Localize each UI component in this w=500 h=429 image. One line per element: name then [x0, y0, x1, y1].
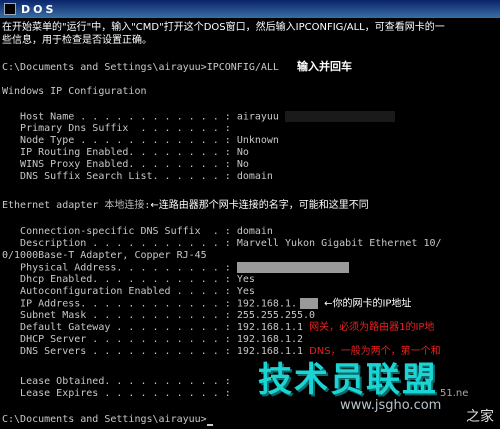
- dns-search-label: DNS Suffix Search List. . . . . . :: [2, 171, 231, 182]
- ip-config-header: Windows IP Configuration: [2, 86, 147, 97]
- physical-row: Physical Address. . . . . . . . . :: [2, 262, 349, 274]
- ip-routing-row: IP Routing Enabled. . . . . . . . : No: [2, 147, 249, 159]
- ip-address-note: ←你的网卡的IP地址: [324, 298, 412, 310]
- host-name-row: Host Name . . . . . . . . . . . . : aira…: [2, 111, 395, 123]
- primary-dns-row: Primary Dns Suffix . . . . . . . :: [2, 123, 237, 135]
- ip-address-row: IP Address. . . . . . . . . . . . : 192.…: [2, 298, 411, 310]
- subnet-row: Subnet Mask . . . . . . . . . . . : 255.…: [2, 310, 315, 322]
- subnet-value: 255.255.255.0: [236, 310, 316, 321]
- dhcp-server-value: 192.168.1.2: [236, 334, 304, 345]
- primary-dns-label: Primary Dns Suffix . . . . . . . :: [2, 123, 231, 134]
- command-note: 输入并回车: [297, 60, 353, 73]
- subnet-label: Subnet Mask . . . . . . . . . . . :: [2, 310, 231, 321]
- node-type-label: Node Type . . . . . . . . . . . . :: [2, 135, 231, 146]
- gateway-label: Default Gateway . . . . . . . . . :: [2, 322, 231, 333]
- dns-servers-label: DNS Servers . . . . . . . . . . . :: [2, 346, 231, 357]
- dhcp-row: Dhcp Enabled. . . . . . . . . . . : Yes: [2, 274, 255, 286]
- redacted-ip: [300, 298, 319, 309]
- lease-obtained-row: Lease Obtained. . . . . . . . . . :: [2, 376, 237, 388]
- gateway-row: Default Gateway . . . . . . . . . : 192.…: [2, 322, 434, 334]
- conn-suffix-row: Connection-specific DNS Suffix . : domai…: [2, 226, 273, 238]
- dns-search-value: domain: [236, 171, 273, 182]
- description-cont: 0/1000Base-T Adapter, Copper RJ-45: [2, 250, 207, 261]
- dns-search-row: DNS Suffix Search List. . . . . . : doma…: [2, 171, 273, 183]
- command-line: C:\Documents and Settings\airayuu>IPCONF…: [2, 60, 353, 74]
- window-title: DOS: [21, 2, 57, 16]
- physical-label: Physical Address. . . . . . . . . :: [2, 262, 231, 274]
- dhcp-label: Dhcp Enabled. . . . . . . . . . . :: [2, 274, 231, 285]
- lease-obtained-label: Lease Obtained. . . . . . . . . . :: [2, 376, 231, 387]
- ip-routing-label: IP Routing Enabled. . . . . . . . :: [2, 147, 231, 158]
- gateway-value: 192.168.1.1: [236, 322, 304, 333]
- final-prompt-line: C:\Documents and Settings\airayuu>: [2, 414, 213, 426]
- autoconf-value: Yes: [236, 286, 255, 297]
- intro-line-2: 些信息，用于检查是否设置正确。: [2, 35, 152, 46]
- window-titlebar[interactable]: DOS: [0, 0, 500, 18]
- lease-expires-label: Lease Expires . . . . . . . . . . :: [2, 388, 231, 399]
- watermark-corner: 之家: [466, 409, 494, 425]
- ip-address-value: 192.168.1.: [236, 298, 298, 310]
- dhcp-value: Yes: [236, 274, 255, 285]
- intro-line-1: 在开始菜单的"运行"中，输入"CMD"打开这个DOS窗口，然后输入IPCONFI…: [2, 22, 445, 33]
- dhcp-server-row: DHCP Server . . . . . . . . . . . : 192.…: [2, 334, 303, 346]
- node-type-row: Node Type . . . . . . . . . . . . : Unkn…: [2, 135, 279, 147]
- redacted-block: [284, 111, 395, 122]
- description-row: Description . . . . . . . . . . . : Marv…: [2, 238, 442, 250]
- dhcp-server-label: DHCP Server . . . . . . . . . . . :: [2, 334, 231, 345]
- conn-suffix-label: Connection-specific DNS Suffix . :: [2, 226, 231, 237]
- wins-proxy-row: WINS Proxy Enabled. . . . . . . . : No: [2, 159, 249, 171]
- lease-expires-row: Lease Expires . . . . . . . . . . :: [2, 388, 237, 400]
- watermark-tag: 51.ne: [440, 388, 469, 399]
- autoconf-row: Autoconfiguration Enabled . . . . : Yes: [2, 286, 255, 298]
- wins-proxy-label: WINS Proxy Enabled. . . . . . . . :: [2, 159, 231, 170]
- console-app-icon: [4, 3, 16, 15]
- text-cursor: [206, 424, 213, 426]
- conn-suffix-value: domain: [236, 226, 273, 237]
- watermark-brand: 技术员联盟: [258, 360, 438, 400]
- description-value: Marvell Yukon Gigabit Ethernet 10/: [236, 238, 442, 249]
- final-prompt: C:\Documents and Settings\airayuu>: [2, 414, 207, 425]
- watermark-url: www.jsgho.com: [340, 398, 442, 413]
- redacted-mac: [236, 262, 349, 273]
- description-label: Description . . . . . . . . . . . :: [2, 238, 231, 249]
- host-name-label: Host Name . . . . . . . . . . . . :: [2, 111, 231, 123]
- ip-address-label: IP Address. . . . . . . . . . . . :: [2, 298, 231, 310]
- gateway-note: 网关，必须为路由器1的IP地: [309, 322, 435, 333]
- wins-proxy-value: No: [236, 159, 249, 170]
- adapter-prefix: Ethernet adapter: [2, 200, 105, 211]
- adapter-note: ←连路由器那个网卡连接的名字，可能和这里不同: [150, 200, 369, 211]
- adapter-header: Ethernet adapter 本地连接:←连路由器那个网卡连接的名字，可能和…: [2, 200, 369, 212]
- command-text: IPCONFIG/ALL: [206, 62, 279, 73]
- command-prompt: C:\Documents and Settings\airayuu>: [2, 62, 207, 73]
- ip-routing-value: No: [236, 147, 249, 158]
- node-type-value: Unknown: [236, 135, 279, 146]
- adapter-name: 本地连接: [104, 200, 145, 211]
- host-name-value: airayuu: [236, 111, 279, 123]
- autoconf-label: Autoconfiguration Enabled . . . . :: [2, 286, 231, 297]
